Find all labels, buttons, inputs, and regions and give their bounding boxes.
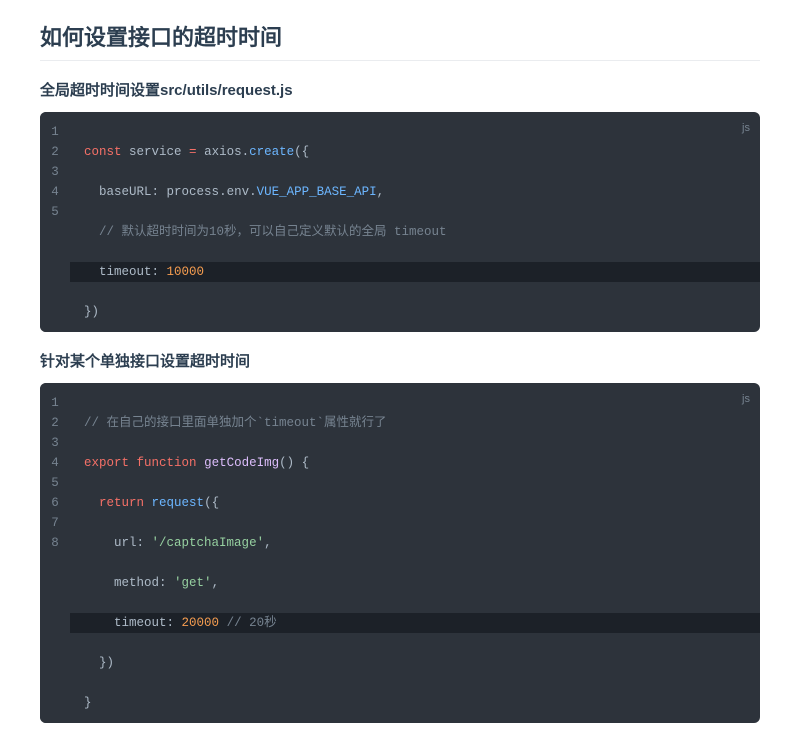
token-space bbox=[144, 496, 152, 510]
token-number: 20000 bbox=[182, 616, 220, 630]
line-gutter: 1 2 3 4 5 bbox=[40, 112, 70, 332]
token-punc: . bbox=[219, 185, 227, 199]
token-prop: VUE_APP_BASE_API bbox=[257, 185, 377, 199]
token-punc: . bbox=[242, 145, 250, 159]
line-number: 4 bbox=[40, 453, 70, 473]
token-number: 10000 bbox=[167, 265, 205, 279]
token-space bbox=[122, 145, 130, 159]
token-punc: . bbox=[249, 185, 257, 199]
token-punc: : bbox=[159, 576, 174, 590]
token-punc: : bbox=[167, 616, 182, 630]
line-number: 3 bbox=[40, 162, 70, 182]
token-punc: ( bbox=[294, 145, 302, 159]
token-punc: ) bbox=[107, 656, 115, 670]
line-number: 2 bbox=[40, 413, 70, 433]
section-heading-global: 全局超时时间设置src/utils/request.js bbox=[40, 79, 760, 100]
token-comment: // 默认超时时间为10秒，可以自己定义默认的全局 timeout bbox=[99, 225, 447, 239]
token-comment: // 在自己的接口里面单独加个`timeout`属性就行了 bbox=[84, 416, 387, 430]
token-punc: : bbox=[137, 536, 152, 550]
token-punc: { bbox=[302, 145, 310, 159]
page-title: 如何设置接口的超时时间 bbox=[40, 20, 760, 61]
line-number: 1 bbox=[40, 393, 70, 413]
line-gutter: 1 2 3 4 5 6 7 8 bbox=[40, 383, 70, 723]
token-indent bbox=[84, 576, 114, 590]
code-block-single: js 1 2 3 4 5 6 7 8 // 在自己的接口里面单独加个`timeo… bbox=[40, 383, 760, 723]
token-space bbox=[294, 456, 302, 470]
token-keyword: function bbox=[137, 456, 197, 470]
token-indent bbox=[84, 496, 99, 510]
token-var: service bbox=[129, 145, 182, 159]
line-number: 4 bbox=[40, 182, 70, 202]
line-number: 3 bbox=[40, 433, 70, 453]
line-number: 7 bbox=[40, 513, 70, 533]
token-punc: { bbox=[302, 456, 310, 470]
token-punc: , bbox=[264, 536, 272, 550]
lang-label: js bbox=[742, 118, 750, 138]
token-punc: ) bbox=[287, 456, 295, 470]
line-number: 5 bbox=[40, 202, 70, 222]
token-funcname: getCodeImg bbox=[204, 456, 279, 470]
token-obj: env bbox=[227, 185, 250, 199]
token-comment: // 20秒 bbox=[227, 616, 277, 630]
section-heading-single: 针对某个单独接口设置超时时间 bbox=[40, 350, 760, 371]
token-punc: ( bbox=[204, 496, 212, 510]
token-propkey: method bbox=[114, 576, 159, 590]
token-propkey: baseURL bbox=[99, 185, 152, 199]
line-number: 5 bbox=[40, 473, 70, 493]
token-space bbox=[197, 456, 205, 470]
token-punc: ( bbox=[279, 456, 287, 470]
token-keyword: const bbox=[84, 145, 122, 159]
token-punc: } bbox=[99, 656, 107, 670]
code-content: const service = axios.create({ baseURL: … bbox=[70, 112, 760, 332]
token-propkey: timeout bbox=[114, 616, 167, 630]
token-punc: , bbox=[377, 185, 385, 199]
token-indent bbox=[84, 656, 99, 670]
token-space bbox=[219, 616, 227, 630]
token-indent bbox=[84, 185, 99, 199]
token-keyword: export bbox=[84, 456, 129, 470]
token-punc: : bbox=[152, 185, 167, 199]
line-number: 8 bbox=[40, 533, 70, 553]
token-obj: axios bbox=[204, 145, 242, 159]
code-content: // 在自己的接口里面单独加个`timeout`属性就行了 export fun… bbox=[70, 383, 760, 723]
line-number: 1 bbox=[40, 122, 70, 142]
token-punc: : bbox=[152, 265, 167, 279]
token-indent bbox=[84, 225, 99, 239]
token-indent bbox=[84, 265, 99, 279]
token-punc: { bbox=[212, 496, 220, 510]
line-number: 6 bbox=[40, 493, 70, 513]
token-keyword: return bbox=[99, 496, 144, 510]
code-block-global: js 1 2 3 4 5 const service = axios.creat… bbox=[40, 112, 760, 332]
token-propkey: url bbox=[114, 536, 137, 550]
lang-label: js bbox=[742, 389, 750, 409]
token-indent bbox=[84, 616, 114, 630]
token-propkey: timeout bbox=[99, 265, 152, 279]
token-func: create bbox=[249, 145, 294, 159]
line-number: 2 bbox=[40, 142, 70, 162]
token-op: = bbox=[182, 145, 205, 159]
token-punc: , bbox=[212, 576, 220, 590]
token-space bbox=[129, 456, 137, 470]
token-punc: } bbox=[84, 305, 92, 319]
token-obj: process bbox=[167, 185, 220, 199]
token-string: 'get' bbox=[174, 576, 212, 590]
token-punc: } bbox=[84, 696, 92, 710]
token-string: '/captchaImage' bbox=[152, 536, 265, 550]
token-indent bbox=[84, 536, 114, 550]
token-punc: ) bbox=[92, 305, 100, 319]
token-func: request bbox=[152, 496, 205, 510]
